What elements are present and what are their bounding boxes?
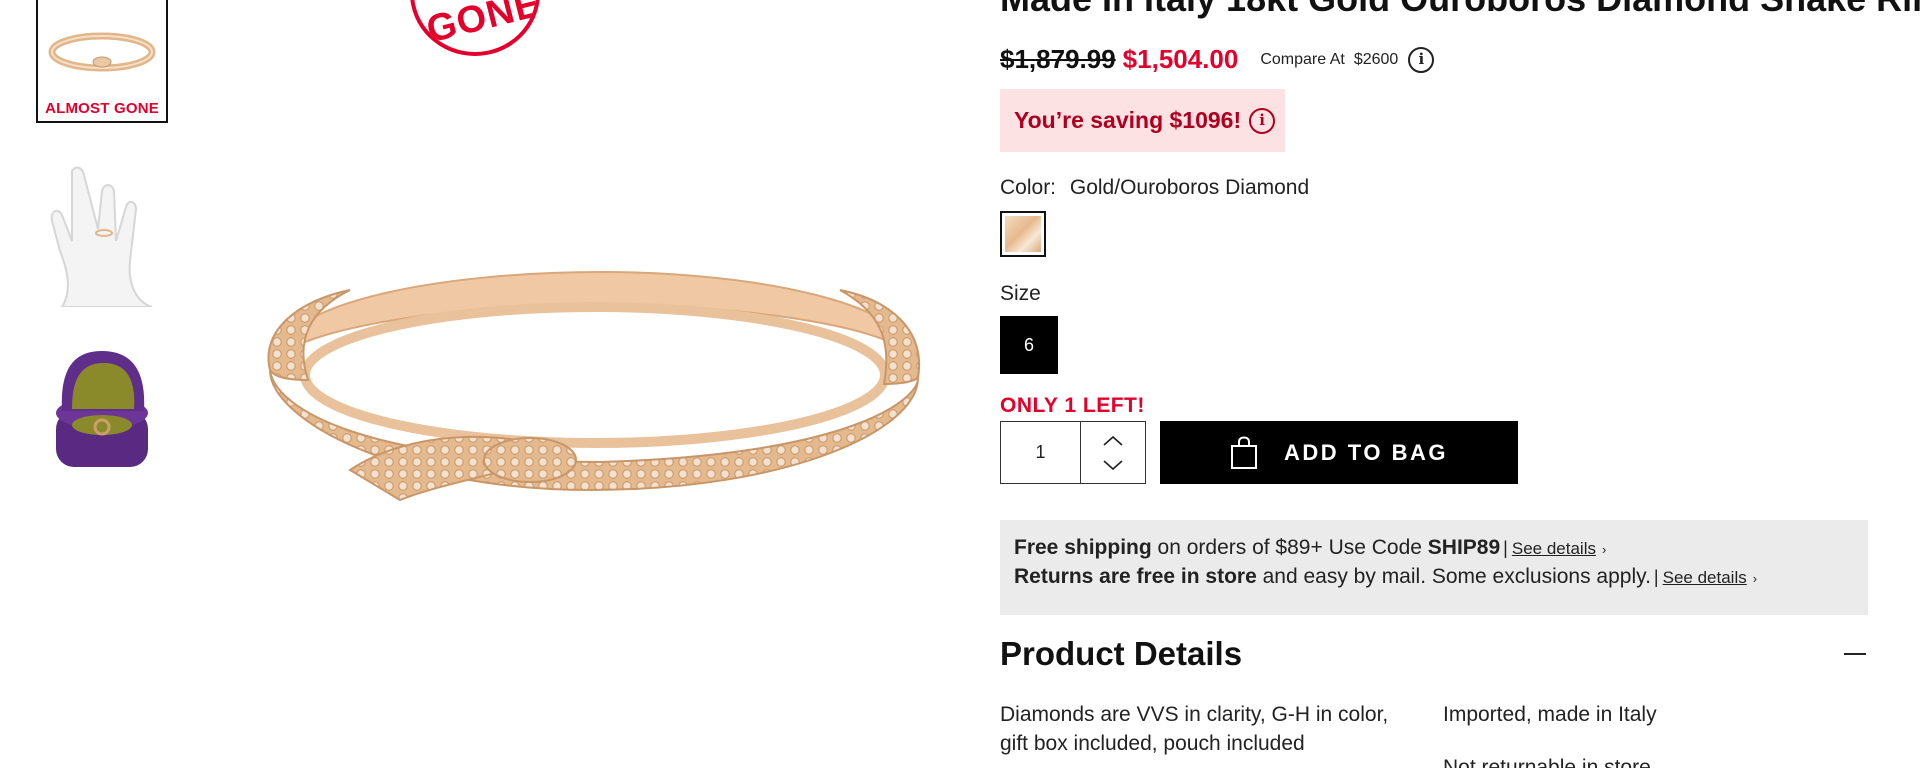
shopping-bag-icon <box>1230 435 1258 470</box>
chevron-right-icon: › <box>1752 571 1758 586</box>
returns-promo-text: and easy by mail. Some exclusions apply. <box>1262 565 1651 588</box>
returns-promo-bold: Returns are free in store <box>1014 565 1257 588</box>
price-row: $1,879.99 $1,504.00 Compare At $2600 i <box>1000 44 1435 75</box>
compare-info-icon[interactable]: i <box>1408 46 1435 73</box>
product-details-description: Diamonds are VVS in clarity, G-H in colo… <box>1000 703 1389 755</box>
product-title: Made In Italy 18kt Gold Ouroboros Diamon… <box>1000 0 1920 20</box>
ring-box-thumbnail-image <box>56 351 148 467</box>
add-to-bag-label: ADD TO BAG <box>1284 439 1448 465</box>
thumbnail-ring-top-view[interactable]: ALMOST GONE <box>36 0 168 123</box>
returns-separator: | <box>1653 567 1659 587</box>
quantity-arrows <box>1081 422 1145 483</box>
chevron-up-icon[interactable] <box>1102 429 1124 453</box>
thumbnail-ring-in-box[interactable] <box>36 336 168 486</box>
size-option-6[interactable]: 6 <box>1000 316 1058 374</box>
shipping-promo-bold: Free shipping <box>1014 536 1152 559</box>
ouroboros-ring-image <box>267 270 921 502</box>
returns-see-details-link[interactable]: See details <box>1663 568 1747 588</box>
stock-warning: ONLY 1 LEFT! <box>1000 394 1145 417</box>
color-label: Color: <box>1000 176 1057 199</box>
color-value: Gold/Ouroboros Diamond <box>1069 176 1310 199</box>
product-details-title: Product Details <box>1000 635 1243 672</box>
hand-thumbnail-image <box>50 166 153 307</box>
main-product-image[interactable]: GONE <box>200 0 970 768</box>
compare-at-value: $2600 <box>1353 50 1399 68</box>
sale-price: $1,504.00 <box>1122 44 1239 74</box>
add-to-bag-button[interactable]: ADD TO BAG <box>1160 421 1518 484</box>
thumbnail-ring-on-hand[interactable] <box>36 150 168 308</box>
shipping-separator: | <box>1503 538 1508 558</box>
collapse-minus-icon[interactable] <box>1844 653 1866 655</box>
shipping-promo-text: on orders of $89+ Use Code <box>1157 536 1422 559</box>
saving-text: You’re saving $1096! <box>1014 107 1242 133</box>
promo-banner: Free shipping on orders of $89+ Use Code… <box>1000 520 1868 615</box>
saving-info-icon[interactable]: i <box>1249 107 1276 134</box>
compare-at-label: Compare At <box>1260 50 1345 68</box>
almost-gone-badge: ALMOST GONE <box>45 100 159 117</box>
swatch-image <box>1005 216 1041 252</box>
shipping-see-details-link[interactable]: See details <box>1512 539 1596 559</box>
product-details-accordion-header[interactable]: Product Details <box>1000 635 1868 673</box>
ring-thumbnail-image <box>48 32 156 71</box>
shipping-promo-line: Free shipping on orders of $89+ Use Code… <box>1014 536 1854 565</box>
chevron-right-icon: › <box>1601 542 1607 557</box>
product-details-list: Imported, made in Italy Not returnable i… <box>1443 700 1863 768</box>
returns-promo-line: Returns are free in store and easy by ma… <box>1014 565 1854 594</box>
original-price: $1,879.99 <box>1000 44 1116 74</box>
color-swatch-gold[interactable] <box>1000 211 1046 257</box>
details-item-origin: Imported, made in Italy <box>1443 703 1657 726</box>
size-label: Size <box>1000 282 1041 305</box>
chevron-down-icon[interactable] <box>1102 453 1124 477</box>
quantity-input[interactable]: 1 <box>1001 422 1081 483</box>
quantity-stepper[interactable]: 1 <box>1000 421 1146 484</box>
saving-banner: You’re saving $1096! i <box>1000 89 1285 152</box>
details-item-returns: Not returnable in store <box>1443 756 1651 768</box>
color-selector-label: Color: Gold/Ouroboros Diamond <box>1000 176 1309 200</box>
shipping-promo-code: SHIP89 <box>1427 536 1501 559</box>
